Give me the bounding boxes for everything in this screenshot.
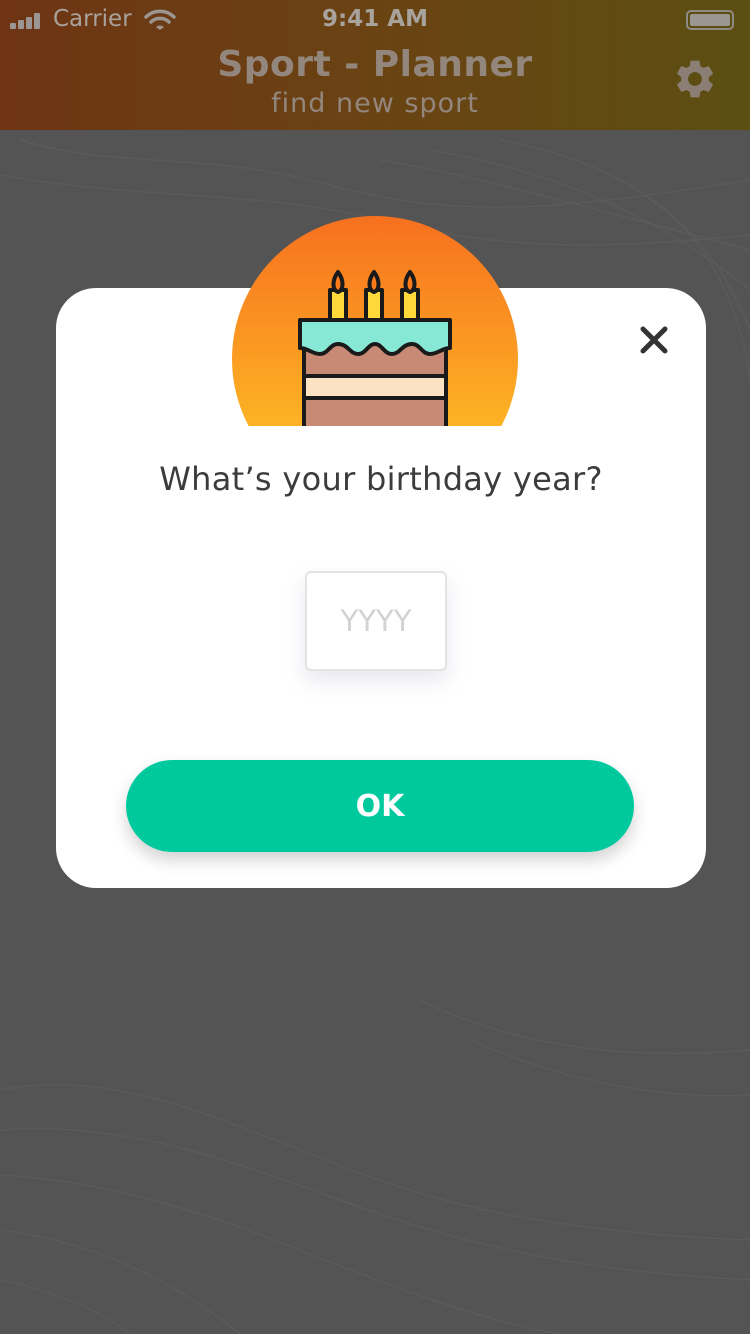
close-icon[interactable] bbox=[636, 322, 672, 358]
ok-button[interactable]: OK bbox=[126, 760, 634, 852]
gear-icon[interactable] bbox=[672, 56, 718, 102]
birthday-question: What’s your birthday year? bbox=[159, 460, 603, 498]
birthday-cake-badge bbox=[232, 216, 518, 426]
app-header: Carrier 9:41 AM Sport - Planner find new… bbox=[0, 0, 750, 130]
status-time: 9:41 AM bbox=[322, 6, 428, 32]
battery-icon bbox=[686, 10, 734, 30]
birth-year-input[interactable] bbox=[305, 571, 447, 671]
app-subtitle: find new sport bbox=[271, 88, 479, 119]
app-title: Sport - Planner bbox=[217, 44, 533, 85]
status-bar: Carrier 9:41 AM bbox=[0, 0, 750, 40]
birthday-cake-icon bbox=[232, 216, 518, 426]
